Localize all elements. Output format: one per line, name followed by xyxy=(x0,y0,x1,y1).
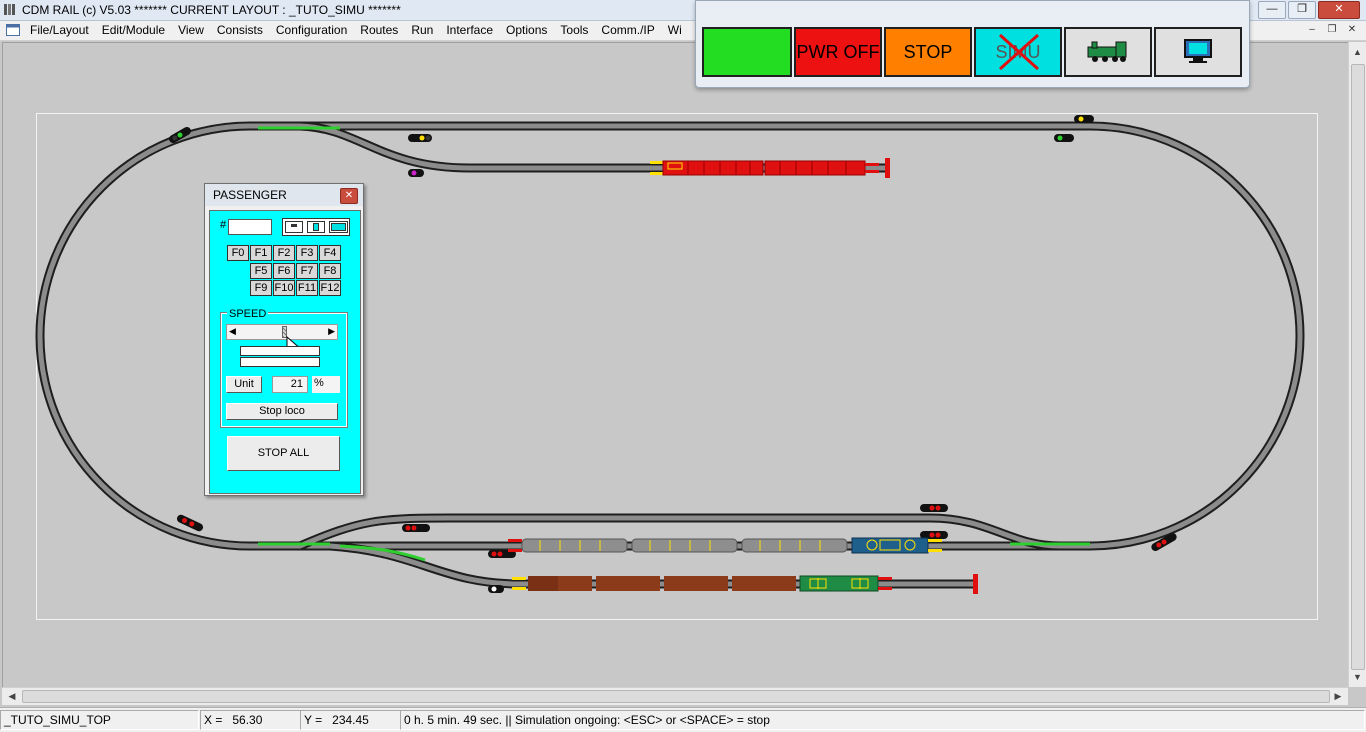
view-mode-selector[interactable] xyxy=(282,218,350,236)
x-value: 56.30 xyxy=(232,713,263,727)
signal-icon[interactable] xyxy=(1054,134,1074,142)
view-large-icon[interactable] xyxy=(329,221,348,233)
loco-panel-title: PASSENGER xyxy=(213,188,287,202)
passenger-train[interactable] xyxy=(650,160,879,176)
horizontal-scrollbar[interactable]: ◀ ▶ xyxy=(2,687,1348,705)
scroll-up-icon[interactable]: ▲ xyxy=(1349,44,1366,60)
speed-label: SPEED xyxy=(227,308,269,320)
vertical-scroll-thumb[interactable] xyxy=(1351,64,1365,670)
speed-bar-forward xyxy=(240,346,320,356)
monitor-icon xyxy=(1184,39,1212,63)
stop-loco-button[interactable]: Stop loco xyxy=(226,403,338,420)
stop-button[interactable]: STOP xyxy=(884,27,972,77)
power-on-button[interactable] xyxy=(702,27,792,77)
simu-button[interactable]: SIMU xyxy=(974,27,1062,77)
signal-icon[interactable] xyxy=(408,134,432,142)
signal-icon[interactable] xyxy=(488,585,504,593)
horizontal-scroll-thumb[interactable] xyxy=(22,690,1330,703)
address-label: # xyxy=(220,219,227,231)
buffer-stop-bottom xyxy=(973,574,978,594)
scroll-right-icon[interactable]: ▶ xyxy=(1330,688,1346,705)
function-key-f1[interactable]: F1 xyxy=(250,245,272,261)
unit-button[interactable]: Unit xyxy=(226,376,262,393)
status-bar: _TUTO_SIMU_TOP X = 56.30 Y = 234.45 0 h.… xyxy=(0,707,1366,732)
vertical-scrollbar[interactable]: ▲ ▼ xyxy=(1348,42,1366,687)
control-toolbar: PWR OFF STOP SIMU xyxy=(695,0,1250,88)
buffer-stop-top xyxy=(885,158,890,178)
display-button[interactable] xyxy=(1154,27,1242,77)
y-value: 234.45 xyxy=(332,713,369,727)
power-off-button[interactable]: PWR OFF xyxy=(794,27,882,77)
speed-slider[interactable]: ◀ ▶ xyxy=(226,324,338,340)
slider-left-arrow-icon[interactable]: ◀ xyxy=(229,326,236,337)
function-key-f12[interactable]: F12 xyxy=(319,280,341,296)
view-small-icon[interactable] xyxy=(285,221,303,233)
coach-train[interactable] xyxy=(508,537,942,554)
speed-bar-reverse xyxy=(240,357,320,367)
power-off-label: PWR OFF xyxy=(796,42,880,62)
slider-right-arrow-icon[interactable]: ▶ xyxy=(328,326,335,337)
function-key-f9[interactable]: F9 xyxy=(250,280,272,296)
status-message: 0 h. 5 min. 49 sec. || Simulation ongoin… xyxy=(400,710,1365,730)
occupied-blocks xyxy=(258,126,1090,562)
function-key-f3[interactable]: F3 xyxy=(296,245,318,261)
status-y-coordinate: Y = 234.45 xyxy=(300,710,401,730)
function-key-f6[interactable]: F6 xyxy=(273,263,295,279)
scroll-down-icon[interactable]: ▼ xyxy=(1349,669,1366,685)
stop-all-button[interactable]: STOP ALL xyxy=(227,436,340,471)
stop-label: STOP xyxy=(903,42,953,62)
signal-icon[interactable] xyxy=(408,169,424,177)
signal-icon[interactable] xyxy=(402,524,430,532)
signal-icon[interactable] xyxy=(1074,115,1094,123)
cross-icon xyxy=(998,33,1040,71)
function-key-f7[interactable]: F7 xyxy=(296,263,318,279)
status-x-coordinate: X = 56.30 xyxy=(200,710,301,730)
function-key-f5[interactable]: F5 xyxy=(250,263,272,279)
speed-group: SPEED ◀ ▶ Unit 21 % Stop loco xyxy=(220,308,348,428)
x-label: X = xyxy=(204,713,223,727)
function-key-f0[interactable]: F0 xyxy=(227,245,249,261)
y-label: Y = xyxy=(304,713,323,727)
function-key-f4[interactable]: F4 xyxy=(319,245,341,261)
function-key-f10[interactable]: F10 xyxy=(273,280,295,296)
loco-panel-body: # F0 F1 F2 F3 F4 F5 F6 F7 F8 F9 F10 F11 … xyxy=(209,210,361,494)
speed-value-field[interactable]: 21 xyxy=(272,376,308,393)
locomotive-button[interactable] xyxy=(1064,27,1152,77)
function-key-f8[interactable]: F8 xyxy=(319,263,341,279)
function-key-f2[interactable]: F2 xyxy=(273,245,295,261)
freight-train[interactable] xyxy=(512,575,892,592)
steam-locomotive-icon xyxy=(1087,41,1127,62)
scroll-left-icon[interactable]: ◀ xyxy=(4,688,20,705)
speed-value: 21 xyxy=(290,378,303,390)
address-field[interactable] xyxy=(228,219,272,235)
speed-unit: % xyxy=(312,376,340,393)
loco-control-panel: PASSENGER ✕ # F0 F1 F2 F3 F4 F5 F6 F7 F8… xyxy=(204,183,364,496)
loco-panel-close-button[interactable]: ✕ xyxy=(340,188,358,204)
function-key-f11[interactable]: F11 xyxy=(296,280,318,296)
status-layout-name: _TUTO_SIMU_TOP xyxy=(0,710,199,730)
loco-panel-titlebar[interactable]: PASSENGER ✕ xyxy=(205,184,363,206)
signal-icon[interactable] xyxy=(920,504,948,512)
view-medium-icon[interactable] xyxy=(307,221,325,233)
